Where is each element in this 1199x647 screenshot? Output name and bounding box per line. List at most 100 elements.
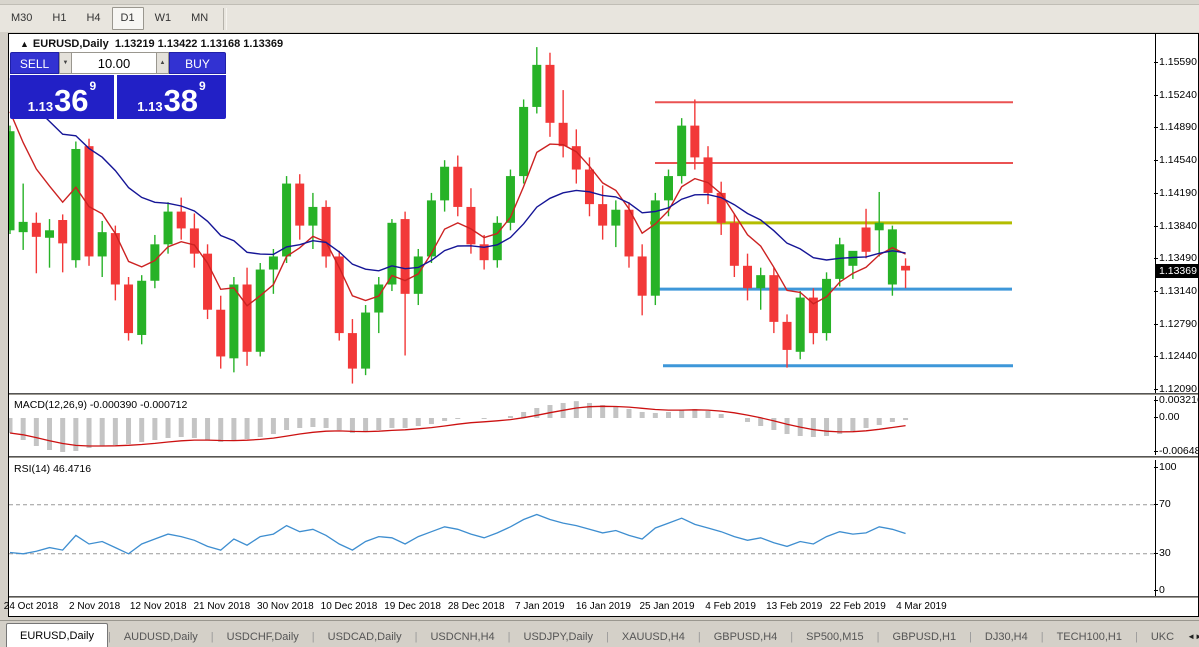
candle [361,305,371,376]
ask-price-prefix: 1.13 [137,99,163,114]
toolbar-separator [223,7,228,30]
candle [492,216,502,268]
chart-header: ▲ EURUSD,Daily 1.13219 1.13422 1.13168 1.… [20,38,283,50]
volume-decrease-button[interactable]: ▼ [59,52,72,74]
chart-tab-gbpusd[interactable]: GBPUSD,H1 [879,626,969,647]
rsi-chart[interactable] [9,460,1155,596]
volume-input[interactable]: 10.00 [72,52,156,74]
chart-tab-usdcad[interactable]: USDCAD,Daily [315,626,415,647]
date-axis-label: 21 Nov 2018 [193,601,251,612]
price-axis-label: 1.15590 [1154,56,1197,68]
timeframe-button-w1[interactable]: W1 [146,7,181,30]
candle [519,99,529,184]
candle [624,202,634,268]
bid-price-main: 36 [54,83,89,118]
chart-tab-sp500[interactable]: SP500,M15 [793,626,876,647]
chart-tab-audusd[interactable]: AUDUSD,Daily [111,626,211,647]
rsi-axis-label: 100 [1154,461,1177,473]
chart-tab-xauusd[interactable]: XAUUSD,H4 [609,626,698,647]
timeframe-button-mn[interactable]: MN [182,7,217,30]
candle [242,267,252,366]
candle [374,277,384,334]
chart-tab-bar: EURUSD,Daily | AUDUSD,Daily | USDCHF,Daily | U… [0,620,1199,647]
chart-ohlc-values: 1.13219 1.13422 1.13168 1.13369 [114,38,284,50]
pane-divider[interactable] [9,393,1198,396]
candle [45,219,55,268]
date-axis-label: 12 Nov 2018 [129,601,187,612]
date-axis-label: 2 Nov 2018 [69,601,121,612]
candle [782,314,792,368]
candle [677,118,687,184]
timeframe-button-d1[interactable]: D1 [111,7,144,30]
rsi-indicator-pane[interactable] [9,460,1156,596]
chart-tab-ukc[interactable]: UKC [1138,626,1187,647]
candle [729,213,739,278]
date-axis-label: 22 Feb 2019 [829,601,886,612]
candle [137,275,147,345]
price-axis-label: 1.12790 [1154,317,1197,330]
timeframe-button-h4[interactable]: H4 [77,7,109,30]
candle [58,214,68,273]
timeframe-toolbar: M30 H1 H4 D1 W1 MN [0,5,1199,32]
chart-tab-eurusd[interactable]: EURUSD,Daily [6,623,108,647]
one-click-trading-widget: SELL ▼ 10.00 ▲ BUY 1.13 36 9 1.13 38 9 [10,52,226,119]
date-axis-label: 24 Oct 2018 [3,601,59,612]
candle [71,141,81,268]
candle [18,183,28,250]
date-axis-label: 28 Dec 2018 [447,601,505,612]
chart-tab-usdchf[interactable]: USDCHF,Daily [214,626,312,647]
buy-button[interactable]: BUY [169,52,226,74]
date-axis[interactable]: 24 Oct 2018 2 Nov 2018 12 Nov 2018 21 Nov 2… [4,598,1155,616]
mt4-application-window: M30 H1 H4 D1 W1 MN ▲ EURUSD,Daily 1.13219 1.13… [0,0,1199,647]
candle [255,263,265,357]
candle [835,237,845,287]
collapse-arrow-icon[interactable]: ▲ [20,39,29,49]
macd-signal-line [9,405,906,447]
candle [637,244,647,316]
date-axis-label: 7 Jan 2019 [515,601,565,612]
date-axis-label: 16 Jan 2019 [575,601,631,612]
price-axis-label: 1.14540 [1154,154,1197,167]
bid-price-prefix: 1.13 [27,99,54,114]
tab-scroll-left-icon[interactable]: ◄ [1187,628,1195,646]
candle [690,99,700,170]
tab-scroll-right-icon[interactable]: ► [1195,628,1199,646]
candle [545,52,555,137]
ask-price-panel[interactable]: 1.13 38 9 [117,75,226,119]
chart-tab-usdcnh[interactable]: USDCNH,H4 [417,626,507,647]
candle [203,244,213,320]
candle [321,200,331,268]
candle [532,47,542,114]
macd-axis-label: 0.00 [1153,411,1180,423]
chart-tab-tech100[interactable]: TECH100,H1 [1044,626,1135,647]
ask-price-pip: 9 [199,79,206,93]
candle [97,220,107,278]
chart-tab-gbpusd[interactable]: GBPUSD,H4 [701,626,791,647]
price-axis-label: 1.13490 [1154,252,1197,265]
pane-divider[interactable] [9,456,1198,459]
sell-button[interactable]: SELL [10,52,59,74]
candle [189,213,199,268]
macd-axis-label: 0.003216 [1154,394,1199,406]
rsi-axis-label: 0 [1154,583,1165,596]
candle [808,288,818,345]
timeframe-button-m30[interactable]: M30 [2,7,41,30]
volume-increase-button[interactable]: ▲ [156,52,169,74]
date-axis-label: 4 Feb 2019 [705,601,756,612]
ask-price-main: 38 [163,83,199,118]
candle [400,211,410,356]
timeframe-button-h1[interactable]: H1 [43,7,75,30]
candle [124,277,134,341]
chart-tab-usdjpy[interactable]: USDJPY,Daily [511,626,607,647]
candle [743,253,753,301]
candle [598,185,608,240]
chart-tab-dj30[interactable]: DJ30,H4 [972,626,1041,647]
candle [716,181,726,235]
candle [887,225,897,296]
candle [9,125,15,235]
bid-price-panel[interactable]: 1.13 36 9 [10,75,114,119]
rsi-line [9,513,906,555]
candle [31,212,41,274]
candle [413,248,423,306]
date-axis-label: 10 Dec 2018 [320,601,378,612]
